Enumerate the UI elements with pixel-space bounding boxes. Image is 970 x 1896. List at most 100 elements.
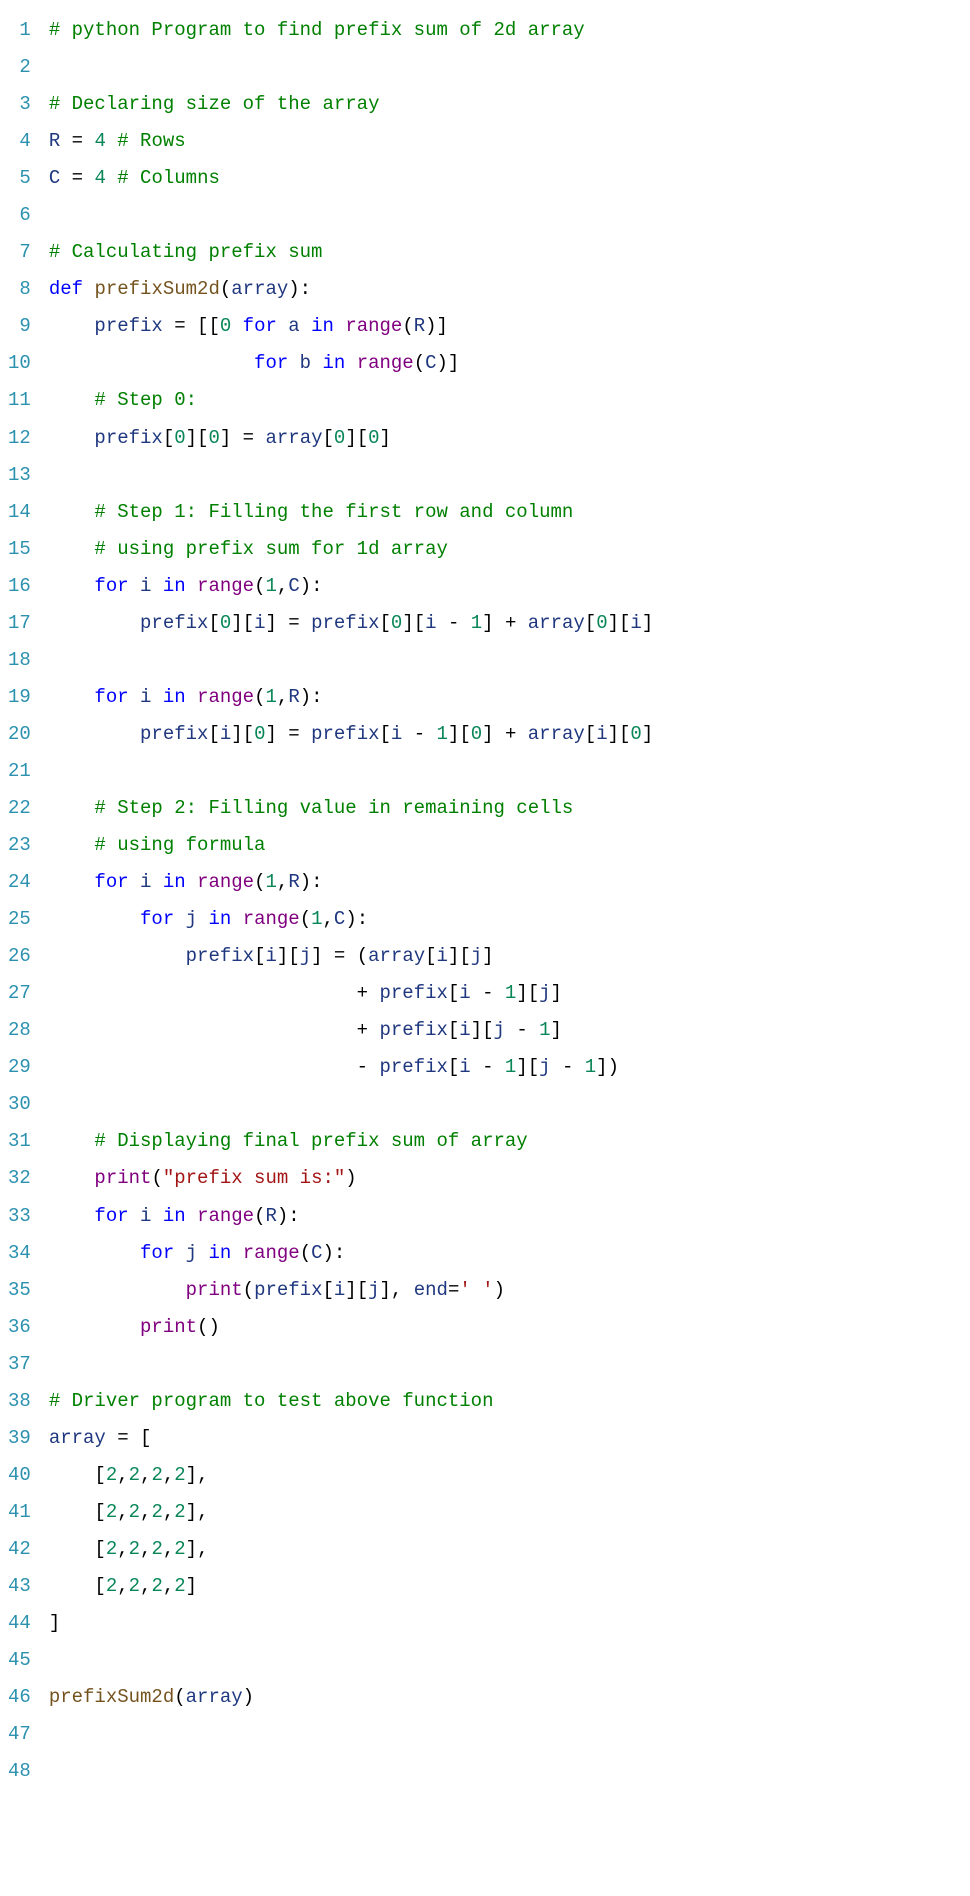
code-line: # Calculating prefix sum: [49, 234, 962, 271]
token-nv: prefix: [94, 427, 162, 449]
line-number: 8: [8, 271, 31, 308]
token-p: ,: [117, 1501, 128, 1523]
token-n1: 1: [266, 871, 277, 893]
token-p: ,: [163, 1501, 174, 1523]
token-p: [186, 686, 197, 708]
token-p: ],: [186, 1464, 209, 1486]
token-p: [: [208, 723, 219, 745]
token-p: [: [163, 427, 174, 449]
token-p: (: [254, 871, 265, 893]
token-k: for: [243, 315, 277, 337]
token-nv: array: [49, 1427, 106, 1449]
token-p: [: [323, 427, 334, 449]
token-nv: prefix: [254, 1279, 322, 1301]
token-p: ][: [471, 1019, 494, 1041]
token-np: range: [357, 352, 414, 374]
token-p: -: [49, 1056, 380, 1078]
token-p: [49, 501, 95, 523]
code-line: + prefix[i][j - 1]: [49, 1012, 962, 1049]
token-p: (: [174, 1686, 185, 1708]
token-p: =: [448, 1279, 459, 1301]
token-p: [49, 834, 95, 856]
token-p: [: [448, 1056, 459, 1078]
token-k: in: [311, 315, 334, 337]
line-number: 21: [8, 753, 31, 790]
token-p: [129, 686, 140, 708]
token-n1: 2: [129, 1464, 140, 1486]
token-c: # using prefix sum for 1d array: [94, 538, 447, 560]
line-number: 36: [8, 1309, 31, 1346]
code-line: # Step 2: Filling value in remaining cel…: [49, 790, 962, 827]
token-p: [151, 1205, 162, 1227]
token-nv: R: [288, 871, 299, 893]
code-line: for i in range(1,R):: [49, 864, 962, 901]
line-number: 7: [8, 234, 31, 271]
token-p: [49, 612, 140, 634]
token-k: for: [94, 871, 128, 893]
token-n1: 2: [129, 1538, 140, 1560]
token-fn: prefixSum2d: [49, 1686, 174, 1708]
line-number: 48: [8, 1753, 31, 1790]
token-k: in: [208, 1242, 231, 1264]
code-line: array = [: [49, 1420, 962, 1457]
line-number: 10: [8, 345, 31, 382]
code-line: # using prefix sum for 1d array: [49, 531, 962, 568]
token-p: (: [254, 575, 265, 597]
line-number: 19: [8, 679, 31, 716]
token-c: # Driver program to test above function: [49, 1390, 494, 1412]
token-np: print: [94, 1167, 151, 1189]
token-nv: C: [288, 575, 299, 597]
token-nv: prefix: [379, 1056, 447, 1078]
token-p: -: [505, 1019, 539, 1041]
code-line: for j in range(1,C):: [49, 901, 962, 938]
token-nv: array: [231, 278, 288, 300]
line-number: 9: [8, 308, 31, 345]
token-p: [186, 575, 197, 597]
token-p: [151, 871, 162, 893]
token-p: [: [585, 612, 596, 634]
token-p: (: [243, 1279, 254, 1301]
token-p: [129, 1205, 140, 1227]
code-line: # Declaring size of the array: [49, 86, 962, 123]
token-p: ][: [231, 612, 254, 634]
token-p: [: [208, 612, 219, 634]
token-nv: j: [186, 908, 197, 930]
token-p: [: [49, 1464, 106, 1486]
line-number: 25: [8, 901, 31, 938]
token-p: ][: [231, 723, 254, 745]
token-p: -: [471, 982, 505, 1004]
token-n1: 1: [585, 1056, 596, 1078]
token-p: [197, 1242, 208, 1264]
token-p: ,: [163, 1575, 174, 1597]
token-p: ,: [163, 1538, 174, 1560]
line-number: 6: [8, 197, 31, 234]
token-n1: 2: [174, 1575, 185, 1597]
code-area: # python Program to find prefix sum of 2…: [49, 12, 962, 1790]
token-p: ,: [140, 1464, 151, 1486]
code-line: prefix[0][0] = array[0][0]: [49, 420, 962, 457]
line-number: 28: [8, 1012, 31, 1049]
token-p: ] +: [482, 723, 528, 745]
code-line: [49, 197, 962, 234]
token-p: ]: [642, 723, 653, 745]
token-nv: prefix: [94, 315, 162, 337]
code-line: def prefixSum2d(array):: [49, 271, 962, 308]
token-nv: array: [186, 1686, 243, 1708]
token-nv: i: [437, 945, 448, 967]
token-p: ,: [117, 1538, 128, 1560]
line-number: 16: [8, 568, 31, 605]
token-p: [300, 315, 311, 337]
token-p: [49, 945, 186, 967]
line-number: 17: [8, 605, 31, 642]
token-p: ]): [596, 1056, 619, 1078]
code-line: [49, 457, 962, 494]
token-nv: prefix: [140, 723, 208, 745]
token-p: [129, 575, 140, 597]
token-n1: 2: [174, 1464, 185, 1486]
token-n0: 0: [368, 427, 379, 449]
token-p: [49, 389, 95, 411]
line-number: 15: [8, 531, 31, 568]
token-nv: j: [494, 1019, 505, 1041]
token-k: for: [94, 1205, 128, 1227]
token-p: ,: [140, 1538, 151, 1560]
